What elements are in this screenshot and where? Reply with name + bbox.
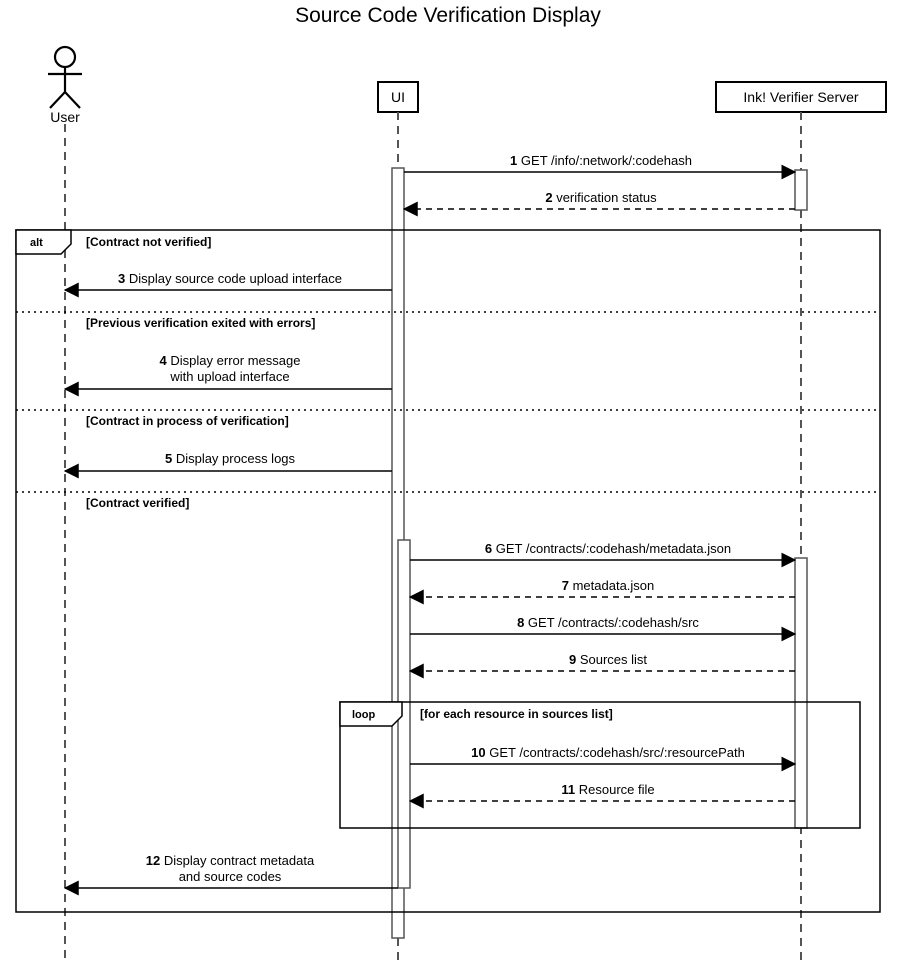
cond-3: [Contract in process of verification] xyxy=(86,414,289,428)
loop-cond: [for each resource in sources list] xyxy=(420,707,613,721)
activation-server-1 xyxy=(795,170,807,210)
msg-4: 4 Display error message with upload inte… xyxy=(65,353,392,389)
msg-12: 12 Display contract metadata and source … xyxy=(65,853,398,888)
cond-4: [Contract verified] xyxy=(86,496,189,510)
svg-text:12 Display contract metadata: 12 Display contract metadata xyxy=(146,853,315,868)
svg-text:1 GET /info/:network/:codehash: 1 GET /info/:network/:codehash xyxy=(510,153,692,168)
svg-text:loop: loop xyxy=(352,709,375,721)
svg-text:11 Resource file: 11 Resource file xyxy=(561,782,654,797)
msg-6: 6 GET /contracts/:codehash/metadata.json xyxy=(410,541,795,560)
msg-7: 7 metadata.json xyxy=(410,578,795,597)
svg-text:and source codes: and source codes xyxy=(179,869,282,884)
svg-text:4 Display error message: 4 Display error message xyxy=(160,353,301,368)
msg-8: 8 GET /contracts/:codehash/src xyxy=(410,615,795,634)
msg-1: 1 GET /info/:network/:codehash xyxy=(404,153,795,172)
msg-2: 2 verification status xyxy=(404,190,795,209)
msg-10: 10 GET /contracts/:codehash/src/:resourc… xyxy=(410,745,795,764)
fragment-loop: loop [for each resource in sources list] xyxy=(340,702,860,828)
msg-11: 11 Resource file xyxy=(410,782,795,801)
actor-user: User xyxy=(48,47,82,125)
fragment-alt: alt [Contract not verified] xyxy=(16,230,880,912)
svg-text:9 Sources list: 9 Sources list xyxy=(569,652,647,667)
msg-3: 3 Display source code upload interface xyxy=(65,271,392,290)
cond-2: [Previous verification exited with error… xyxy=(86,316,315,330)
actor-server-label: Ink! Verifier Server xyxy=(743,89,858,105)
actor-ui: UI xyxy=(378,82,418,112)
actor-ui-label: UI xyxy=(391,89,405,105)
svg-text:6 GET /contracts/:codehash/met: 6 GET /contracts/:codehash/metadata.json xyxy=(485,541,731,556)
svg-text:8 GET /contracts/:codehash/src: 8 GET /contracts/:codehash/src xyxy=(517,615,699,630)
svg-text:3 Display source code upload i: 3 Display source code upload interface xyxy=(118,271,342,286)
svg-text:alt: alt xyxy=(30,237,43,249)
actor-server: Ink! Verifier Server xyxy=(716,82,886,112)
svg-text:5 Display process logs: 5 Display process logs xyxy=(165,451,296,466)
msg-5: 5 Display process logs xyxy=(65,451,392,471)
svg-text:7 metadata.json: 7 metadata.json xyxy=(562,578,655,593)
diagram-title: Source Code Verification Display xyxy=(295,4,601,27)
svg-text:10 GET /contracts/:codehash/sr: 10 GET /contracts/:codehash/src/:resourc… xyxy=(471,745,745,760)
activation-server-2 xyxy=(795,558,807,828)
msg-9: 9 Sources list xyxy=(410,652,795,671)
actor-user-label: User xyxy=(50,109,80,125)
sequence-diagram: Source Code Verification Display User UI… xyxy=(0,0,897,964)
cond-1: [Contract not verified] xyxy=(86,235,211,249)
svg-text:with upload interface: with upload interface xyxy=(169,369,289,384)
svg-text:2 verification status: 2 verification status xyxy=(545,190,657,205)
